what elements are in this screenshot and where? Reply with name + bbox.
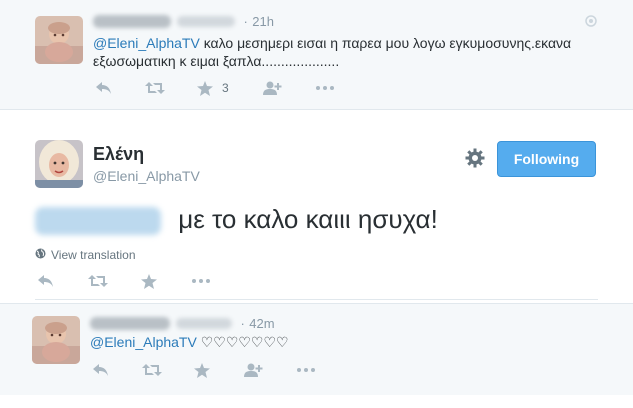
favorite-icon[interactable]	[194, 362, 210, 378]
reply-icon[interactable]	[95, 81, 113, 95]
tweet-text: με το καλο καιιι ησυχα!	[35, 204, 438, 236]
tweet-text: @Eleni_AlphaTV ♡♡♡♡♡♡♡	[90, 333, 289, 351]
tweet-text-line1: καλο μεσημερι εισαι η παρεα μου λογω εγκ…	[199, 35, 572, 51]
mention-link[interactable]: @Eleni_AlphaTV	[93, 35, 200, 51]
blurred-mention[interactable]	[35, 207, 161, 236]
username[interactable]: @Eleni_AlphaTV	[93, 168, 200, 184]
geo-icon[interactable]	[585, 14, 597, 32]
avatar[interactable]	[35, 16, 83, 64]
tweet-header: · 42m	[90, 315, 275, 333]
view-translation-link[interactable]: View translation	[35, 248, 136, 262]
tweet-actions: 3	[95, 78, 334, 98]
favorite-count: 3	[222, 81, 229, 95]
page-background	[0, 395, 633, 408]
retweet-icon[interactable]	[88, 274, 108, 288]
favorite-icon[interactable]	[141, 273, 157, 289]
tweet-actions	[37, 271, 210, 291]
tweet-body: με το καλο καιιι ησυχα!	[171, 204, 438, 234]
reply-tweet-bottom: · 42m @Eleni_AlphaTV ♡♡♡♡♡♡♡	[0, 303, 633, 395]
timestamp[interactable]: 21h	[252, 14, 274, 29]
more-icon[interactable]	[297, 368, 315, 372]
follow-user-icon[interactable]	[262, 81, 282, 95]
blurred-display-name[interactable]	[90, 317, 170, 331]
avatar[interactable]	[35, 140, 83, 188]
view-translation-label: View translation	[51, 248, 136, 262]
reply-tweet-top: · 21h @Eleni_AlphaTV καλο μεσημερι εισαι…	[0, 0, 633, 110]
timestamp[interactable]: 42m	[249, 316, 274, 331]
blurred-handle[interactable]	[176, 318, 232, 330]
tweet-body: ♡♡♡♡♡♡♡	[196, 334, 289, 350]
reply-icon[interactable]	[37, 274, 55, 288]
time-separator: ·	[240, 316, 245, 331]
time-separator: ·	[243, 14, 248, 29]
blurred-display-name[interactable]	[93, 15, 171, 29]
follow-user-icon[interactable]	[244, 363, 263, 377]
avatar[interactable]	[32, 316, 80, 364]
more-icon[interactable]	[315, 86, 334, 90]
tweet-actions	[92, 360, 315, 380]
reply-icon[interactable]	[92, 363, 110, 377]
favorite-icon[interactable]: 3	[197, 80, 229, 96]
divider	[35, 299, 598, 300]
tweet-header: · 21h	[93, 13, 274, 31]
display-name[interactable]: Ελένη	[93, 144, 144, 165]
globe-icon	[35, 248, 46, 262]
retweet-icon[interactable]	[145, 81, 165, 95]
gear-icon[interactable]	[465, 148, 485, 173]
blurred-handle[interactable]	[177, 16, 235, 28]
tweet-text: @Eleni_AlphaTV καλο μεσημερι εισαι η παρ…	[93, 34, 603, 70]
mention-link[interactable]: @Eleni_AlphaTV	[90, 334, 197, 350]
retweet-icon[interactable]	[142, 363, 162, 377]
more-icon[interactable]	[192, 279, 210, 283]
tweet-text-line2: εξωσωματικη κ ειμαι ξαπλα...............…	[93, 53, 340, 69]
following-button[interactable]: Following	[497, 141, 596, 177]
